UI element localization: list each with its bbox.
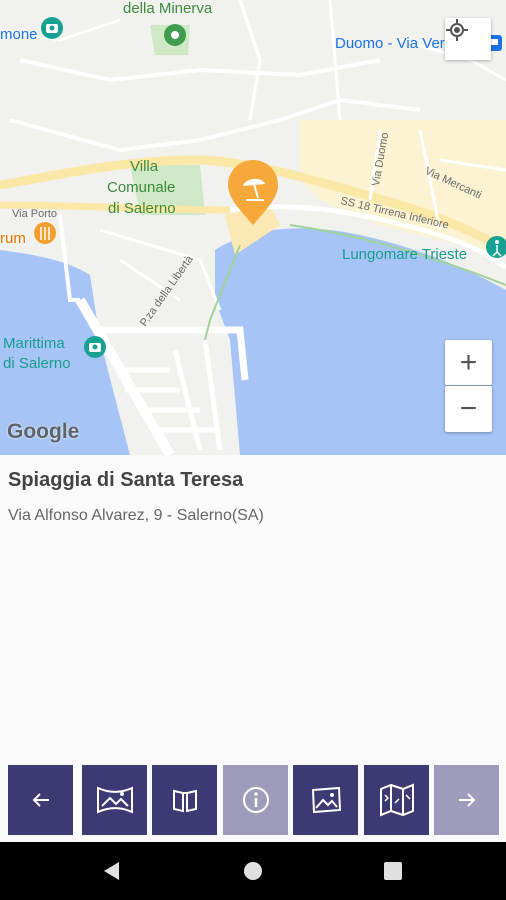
back-button[interactable] <box>8 765 73 835</box>
crosshair-icon <box>446 19 468 41</box>
zoom-out-button[interactable]: − <box>445 386 492 432</box>
info-button[interactable] <box>223 765 288 835</box>
book-icon <box>172 789 197 813</box>
place-address: Via Alfonso Alvarez, 9 - Salerno(SA) <box>8 507 264 524</box>
place-title: Spiaggia di Santa Teresa <box>8 469 244 491</box>
map-label-minerva: della Minerva <box>123 0 213 17</box>
map-label-lungomare: Lungomare Trieste <box>342 246 468 263</box>
panorama-button[interactable] <box>82 765 147 835</box>
nav-back-button[interactable] <box>92 842 132 900</box>
triangle-back-icon <box>104 862 119 880</box>
map-button[interactable] <box>364 765 429 835</box>
map-label-via-porto: Via Porto <box>12 208 58 220</box>
map-label-villa-2: Comunale <box>107 179 176 196</box>
map-label-villa-3: di Salerno <box>108 200 176 217</box>
circle-home-icon <box>244 862 262 880</box>
map-view[interactable]: della Minerva mone Duomo - Via Verdi Vil… <box>0 0 506 455</box>
nav-home-button[interactable] <box>233 842 273 900</box>
book-button[interactable] <box>152 765 217 835</box>
system-navigation-bar <box>0 842 506 900</box>
nav-recents-button[interactable] <box>373 842 413 900</box>
museum-pin-icon <box>41 17 63 39</box>
google-logo: Google <box>7 420 80 443</box>
panorama-icon <box>96 786 133 814</box>
forward-button[interactable] <box>434 765 499 835</box>
image-icon <box>311 786 341 814</box>
map-label-mone: mone <box>0 26 38 43</box>
restaurant-pin-icon <box>34 222 56 244</box>
bottom-toolbar <box>0 755 506 843</box>
station-pin-icon <box>84 336 106 358</box>
gallery-button[interactable] <box>293 765 358 835</box>
map-label-rum: rum <box>0 230 26 247</box>
my-location-button[interactable] <box>445 18 491 60</box>
place-info-panel: Spiaggia di Santa Teresa Via Alfonso Alv… <box>0 455 506 755</box>
park-pin-icon <box>164 24 186 46</box>
map-label-marittima-2: di Salerno <box>3 355 71 372</box>
map-icon <box>379 783 414 817</box>
arrow-left-icon <box>32 793 49 807</box>
square-recents-icon <box>384 862 402 880</box>
info-icon <box>242 787 269 813</box>
zoom-in-button[interactable]: + <box>445 340 492 385</box>
arrow-right-icon <box>458 793 475 807</box>
map-label-marittima-1: Marittima <box>3 335 65 352</box>
map-label-duomo-via: Duomo - Via Verdi <box>335 35 457 52</box>
map-label-villa-1: Villa <box>130 158 159 175</box>
